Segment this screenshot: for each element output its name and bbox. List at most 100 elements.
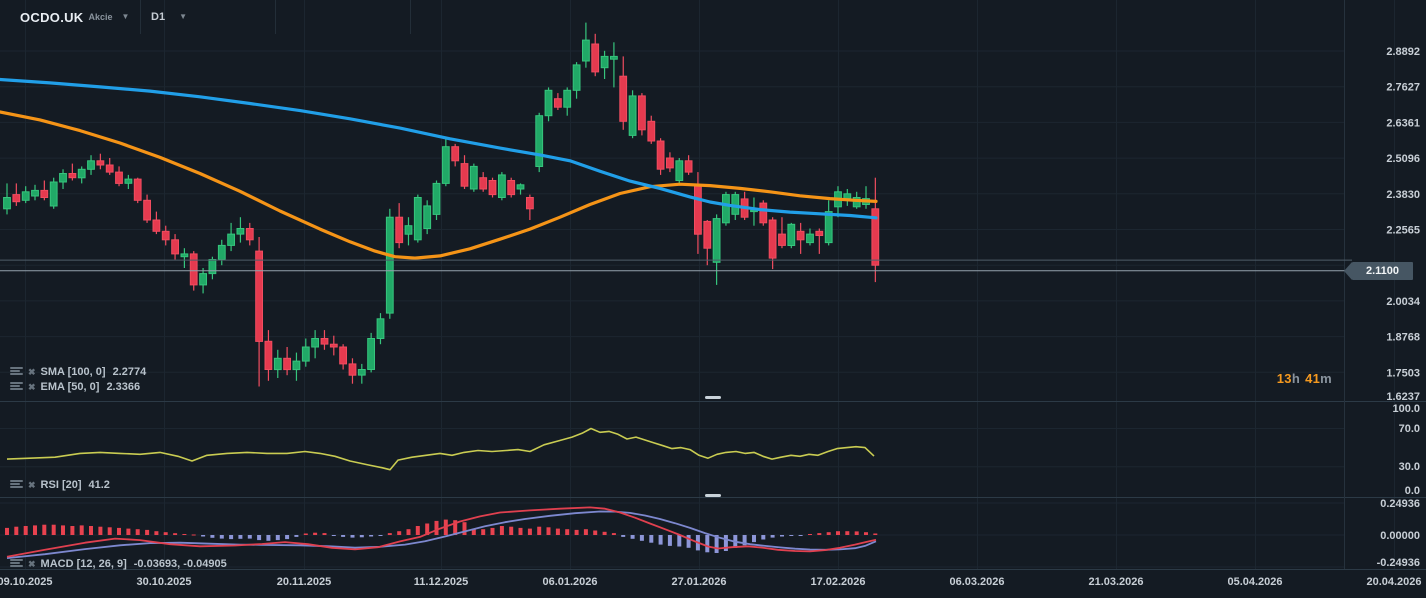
candle-body	[628, 95, 637, 136]
axis-label: 100.0	[1392, 403, 1420, 415]
candle-body	[301, 346, 310, 362]
panel-resize-handle[interactable]	[705, 494, 721, 497]
timeframe-selector[interactable]: D1 ▼	[151, 0, 187, 34]
indicator-settings-icon[interactable]	[10, 382, 23, 392]
indicator-settings-icon[interactable]	[10, 367, 23, 377]
candle-body	[582, 39, 590, 62]
candle-body	[245, 228, 254, 241]
countdown-hours: 13	[1276, 371, 1292, 386]
indicator-remove-icon[interactable]: ✖	[28, 559, 36, 569]
axis-label: 30.0	[1399, 461, 1420, 473]
rsi-indicator-row: ✖ RSI [20] 41.2	[10, 479, 110, 491]
indicator-remove-icon[interactable]: ✖	[28, 382, 36, 392]
axis-label: 0.24936	[1380, 498, 1420, 510]
macd-histogram-bar	[593, 530, 598, 535]
macd-histogram-bar	[89, 526, 93, 535]
symbol-label[interactable]: OCDO.UK	[20, 10, 84, 25]
candle-body	[320, 338, 329, 345]
axis-label: 06.03.2026	[949, 576, 1004, 588]
macd-histogram-bar	[191, 534, 196, 536]
candle-body	[329, 343, 338, 348]
macd-histogram-bar	[462, 522, 467, 535]
macd-histogram-bar	[117, 527, 121, 535]
candle-body	[311, 338, 320, 348]
candle-body	[479, 177, 488, 190]
panel-separators	[0, 0, 1426, 570]
candle-body	[87, 160, 95, 170]
candle-body	[563, 89, 572, 108]
candle-body	[703, 220, 712, 249]
macd-histogram-bar	[33, 525, 37, 535]
candle-body	[712, 218, 721, 263]
macd-histogram-bar	[836, 531, 840, 535]
indicator-settings-icon[interactable]	[10, 559, 23, 569]
candle-body	[208, 259, 217, 275]
chart-canvas[interactable]: 2.8892 2.7627 2.6361 2.5096 2.3830 2.2565 2.00…	[0, 0, 1426, 598]
indicator-remove-icon[interactable]: ✖	[28, 367, 36, 377]
candle-body	[376, 318, 385, 339]
macd-histogram-bar	[527, 528, 532, 535]
axis-label: 20.04.2026	[1366, 576, 1421, 588]
candle-body	[77, 168, 86, 179]
axis-label: 2.3830	[1386, 189, 1420, 201]
candle-body	[647, 120, 656, 142]
candle-body	[451, 146, 460, 162]
macd-histogram-bar	[145, 529, 150, 535]
axis-label: 1.8768	[1386, 332, 1420, 344]
countdown-minutes-unit: m	[1320, 371, 1332, 386]
macd-histogram-bar	[266, 535, 271, 541]
rsi-indicator-label: RSI [20]	[40, 479, 82, 491]
candle-body	[105, 164, 114, 173]
candle-body	[610, 55, 618, 60]
macd-histogram-bar	[163, 532, 168, 535]
panel-resize-handles	[705, 396, 721, 497]
axis-label: 20.11.2025	[277, 576, 331, 588]
axis-label: 27.01.2026	[671, 576, 726, 588]
axis-label: 1.6237	[1386, 391, 1420, 403]
macd-histogram-bar	[107, 527, 112, 535]
macd-histogram-bar	[359, 535, 364, 538]
candle-body	[591, 43, 600, 73]
panel-resize-handle[interactable]	[705, 396, 721, 399]
macd-histogram-bar	[350, 535, 355, 538]
candle-body	[133, 178, 142, 201]
symbol-chevron-down-icon[interactable]: ▼	[122, 13, 130, 21]
candle-body	[498, 174, 506, 198]
candle-body	[124, 178, 133, 184]
candle-body	[787, 223, 796, 247]
macd-histogram-bar	[780, 535, 784, 537]
axis-label: 70.0	[1399, 423, 1420, 435]
candle-body	[40, 189, 49, 198]
timeframe-chevron-down-icon[interactable]: ▼	[179, 13, 187, 21]
timeframe-label[interactable]: D1	[151, 11, 165, 23]
candle-body	[488, 180, 497, 196]
candle-body	[143, 199, 151, 221]
candle-body	[367, 338, 376, 370]
axis-label: 30.10.2025	[136, 576, 191, 588]
macd-histogram-bar	[387, 533, 392, 535]
header-divider	[140, 0, 141, 34]
candle-body	[507, 180, 516, 196]
macd-histogram-bar	[798, 535, 803, 536]
macd-histogram-bar	[369, 535, 374, 537]
macd-histogram-bar	[79, 525, 84, 535]
macd-histogram-bar	[658, 535, 663, 545]
macd-histogram-bar	[565, 529, 570, 535]
axis-label: 0.0	[1405, 485, 1420, 497]
macd-histogram-bar	[238, 535, 243, 539]
indicator-remove-icon[interactable]: ✖	[28, 480, 36, 490]
macd-histogram-bar	[406, 529, 411, 535]
macd-histogram-bar	[481, 529, 486, 535]
axis-label: 2.2565	[1386, 225, 1420, 237]
candle-body	[255, 250, 263, 342]
candle-body	[283, 357, 292, 371]
axis-label: 2.8892	[1386, 46, 1420, 58]
ema-indicator-value: 2.3366	[106, 381, 141, 393]
indicator-settings-icon[interactable]	[10, 480, 23, 490]
current-price-value: 2.1100	[1365, 265, 1400, 277]
candle-body	[666, 157, 674, 169]
candle-body	[656, 140, 665, 170]
candle-body	[526, 197, 534, 210]
sma-indicator-label: SMA [100, 0]	[40, 366, 106, 378]
candle-body	[600, 55, 609, 69]
